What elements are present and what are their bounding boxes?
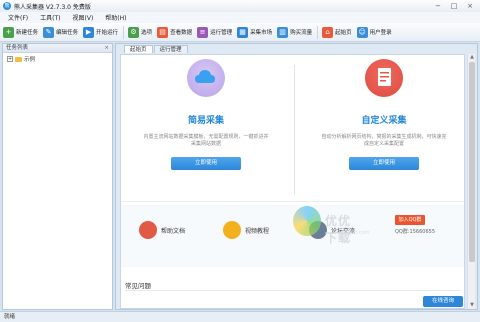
faq-divider [125, 290, 460, 291]
market-icon: ▦ [237, 26, 249, 38]
user-login-icon: ☺ [356, 26, 368, 38]
panel-close-icon[interactable]: × [104, 44, 109, 53]
section-separator [121, 201, 464, 202]
scroll-thumb[interactable] [469, 62, 475, 262]
toolbar-button-1[interactable]: ✎ 编辑任务 [43, 25, 78, 40]
qq-number: QQ群:15660655 [395, 229, 436, 235]
custom-collect-title: 自定义采集 [361, 116, 407, 126]
watermark: 优优下载 www.yyxt.com [293, 206, 370, 266]
toolbar-label: 运行管理 [210, 30, 233, 36]
card-divider [294, 65, 295, 195]
document-icon [365, 59, 403, 97]
toolbar-label: 选项 [141, 30, 153, 36]
watermark-text: 优优下载 [325, 214, 352, 245]
toolbar-separator [123, 25, 125, 39]
toolbar-label: 用户登录 [369, 30, 392, 36]
custom-collect-desc: 自动分析解析网页结构，简报的采集生成机制，可快速完成自定义采集配置 [321, 134, 447, 147]
main-panel: 起始页 运行管理 简易采集 内置主流网站数据采集模板，无需配置规则，一键抓进并采… [115, 43, 478, 310]
start-run-icon: ▶ [83, 26, 95, 38]
tab-strip: 起始页 运行管理 [124, 45, 189, 54]
edit-task-icon: ✎ [43, 26, 55, 38]
tree-item-label: 示例 [24, 57, 36, 63]
toolbar-label: 购买流量 [290, 30, 313, 36]
folder-icon [15, 56, 22, 62]
status-text: 就绪 [4, 314, 16, 320]
maximize-icon[interactable]: □ [446, 1, 462, 11]
watermark-logo-icon [293, 206, 321, 236]
vertical-scrollbar[interactable]: ▲ ▼ [467, 54, 475, 309]
options-icon: ⚙ [128, 26, 140, 38]
app-logo-icon: 熊 [3, 2, 11, 10]
menu-view[interactable]: 视图(V) [73, 13, 94, 22]
start-page-content: 简易采集 内置主流网站数据采集模板，无需配置规则，一键抓进并采集网站数据 立即使… [120, 54, 465, 309]
toolbar-button-3[interactable]: ⚙ 选项 [128, 25, 152, 40]
toolbar-button-5[interactable]: ≡ 运行管理 [197, 25, 232, 40]
watermark-url: www.yyxt.com [333, 230, 370, 236]
menu-bar: 文件(F) 工具(T) 视图(V) 帮助(H) [0, 12, 480, 23]
custom-collect-card: 自定义采集 自动分析解析网页结构，简报的采集生成机制，可快速完成自定义采集配置 … [299, 59, 464, 199]
window-title: 熊人采集器 V2.7.3.0 免费版 [14, 3, 91, 11]
cloud-icon [187, 59, 225, 97]
window-controls: − □ × [430, 1, 478, 11]
join-qq-button[interactable]: 加入QQ群 [395, 215, 425, 225]
online-consult-button[interactable]: 在线咨询 [423, 296, 463, 307]
title-bar: 熊 熊人采集器 V2.7.3.0 免费版 − □ × [0, 0, 480, 12]
help-doc-link[interactable]: 帮助文档 [139, 221, 185, 239]
menu-file[interactable]: 文件(F) [8, 13, 28, 22]
toolbar-button-2[interactable]: ▶ 开始运行 [83, 25, 118, 40]
run-manage-icon: ≡ [197, 26, 209, 38]
menu-tools[interactable]: 工具(T) [40, 13, 60, 22]
tree-item-example[interactable]: + 示例 [3, 53, 112, 63]
video-tutorial-link[interactable]: 视频教程 [223, 221, 269, 239]
video-tutorial-icon [223, 221, 241, 239]
toolbar-button-6[interactable]: ▦ 采集市场 [237, 25, 272, 40]
help-doc-icon [139, 221, 157, 239]
toolbar-button-0[interactable]: + 新建任务 [3, 25, 38, 40]
toolbar-label: 采集市场 [250, 30, 273, 36]
toolbar: + 新建任务 ✎ 编辑任务 ▶ 开始运行 ⚙ 选项 ▤ 查看数据 ≡ 运行管理 ▦ 采集市场 ▥ 购买流量 ⌂ 起… [0, 23, 480, 42]
toolbar-button-9[interactable]: ☺ 用户登录 [356, 25, 392, 40]
toolbar-button-7[interactable]: ▥ 购买流量 [277, 25, 312, 40]
task-list-title: 任务列表 [6, 45, 29, 51]
task-list-header: 任务列表 × [3, 44, 112, 53]
simple-collect-desc: 内置主流网站数据采集模板，无需配置规则，一键抓进并采集网站数据 [143, 134, 269, 147]
buy-traffic-icon: ▥ [277, 26, 289, 38]
minimize-icon[interactable]: − [430, 1, 446, 11]
tree-expand-icon[interactable]: + [7, 56, 13, 62]
simple-collect-card: 简易采集 内置主流网站数据采集模板，无需配置规则，一键抓进并采集网站数据 立即使… [121, 59, 291, 199]
simple-collect-title: 简易采集 [187, 116, 224, 126]
menu-help[interactable]: 帮助(H) [105, 13, 126, 22]
simple-collect-button[interactable]: 立即使用 [171, 157, 241, 170]
toolbar-button-4[interactable]: ▤ 查看数据 [157, 25, 192, 40]
video-tutorial-label: 视频教程 [245, 227, 270, 235]
tab-start-page[interactable]: 起始页 [124, 45, 153, 53]
help-doc-label: 帮助文档 [161, 227, 186, 235]
scroll-down-icon[interactable]: ▼ [468, 302, 476, 309]
scroll-up-icon[interactable]: ▲ [468, 54, 476, 61]
new-task-icon: + [3, 26, 14, 38]
view-data-icon: ▤ [157, 26, 169, 38]
custom-collect-button[interactable]: 立即使用 [349, 157, 419, 170]
toolbar-button-8[interactable]: ⌂ 起始页 [322, 25, 352, 40]
tab-run-manage[interactable]: 运行管理 [153, 45, 188, 53]
toolbar-label: 开始运行 [96, 30, 119, 36]
toolbar-label: 查看数据 [170, 30, 193, 36]
home-icon: ⌂ [322, 26, 334, 38]
toolbar-label: 编辑任务 [56, 30, 79, 36]
status-bar: 就绪 [0, 311, 480, 322]
toolbar-separator [317, 25, 319, 39]
qq-group: 加入QQ群 QQ群:15660655 [395, 215, 435, 235]
faq-title: 常见问题 [125, 282, 151, 290]
close-icon[interactable]: × [462, 1, 478, 11]
task-list-panel: 任务列表 × + 示例 [2, 43, 113, 310]
toolbar-label: 起始页 [335, 30, 352, 36]
toolbar-label: 新建任务 [16, 30, 39, 36]
